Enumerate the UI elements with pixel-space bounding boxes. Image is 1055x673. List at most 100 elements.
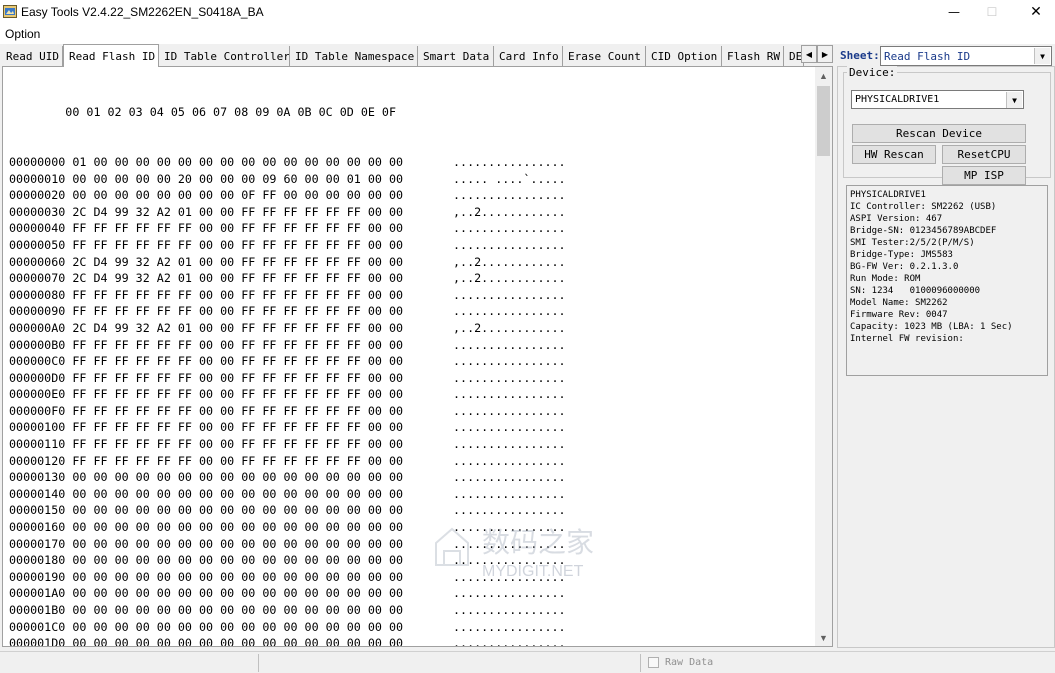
hex-bytes: 2C D4 99 32 A2 01 00 00 FF FF FF FF FF F…: [72, 204, 404, 219]
hex-bytes: 2C D4 99 32 A2 01 00 00 FF FF FF FF FF F…: [72, 271, 404, 286]
info-line: BG-FW Ver: 0.2.1.3.0: [850, 262, 959, 272]
hex-bytes: 00 00 00 00 00 00 00 00 00 00 00 00 00 0…: [72, 536, 404, 551]
hex-bytes: 00 00 00 00 00 00 00 00 00 00 00 00 00 0…: [72, 586, 404, 601]
tab-read-uid[interactable]: Read UID: [1, 46, 63, 67]
hex-address: 00000000: [9, 154, 66, 169]
hex-row: 000001C0 00 00 00 00 00 00 00 00 00 00 0…: [9, 619, 566, 636]
tab-id-table-namespace[interactable]: ID Table Namespace: [290, 46, 418, 67]
chevron-down-icon[interactable]: ▼: [1034, 48, 1050, 64]
hex-row: 00000080 FF FF FF FF FF FF 00 00 FF FF F…: [9, 287, 566, 304]
tab-cid-option[interactable]: CID Option: [646, 46, 722, 67]
hex-row: 00000110 FF FF FF FF FF FF 00 00 FF FF F…: [9, 436, 566, 453]
status-divider: [640, 654, 641, 672]
hex-bytes: FF FF FF FF FF FF 00 00 FF FF FF FF FF F…: [72, 354, 404, 369]
raw-data-option[interactable]: Raw Data: [648, 657, 713, 668]
tab-flash-rw[interactable]: Flash RW: [722, 46, 784, 67]
reset-cpu-button[interactable]: ResetCPU: [942, 145, 1026, 164]
hex-ascii: ................: [453, 354, 566, 369]
hex-address: 00000120: [9, 453, 66, 468]
hex-ascii: ..... ....`.....: [453, 171, 566, 186]
hex-ascii: ................: [453, 154, 566, 169]
hex-bytes: FF FF FF FF FF FF 00 00 FF FF FF FF FF F…: [72, 387, 404, 402]
hex-address: 000001A0: [9, 586, 66, 601]
scroll-down-icon[interactable]: ▼: [815, 629, 832, 646]
hex-ascii: ................: [453, 304, 566, 319]
hex-scrollbar[interactable]: ▲ ▼: [815, 67, 832, 646]
hex-ascii: ................: [453, 188, 566, 203]
hex-row: 00000150 00 00 00 00 00 00 00 00 00 00 0…: [9, 502, 566, 519]
scroll-thumb[interactable]: [817, 86, 830, 156]
hex-address: 000000B0: [9, 337, 66, 352]
maximize-button[interactable]: ☐: [969, 0, 1015, 24]
hex-address: 00000020: [9, 188, 66, 203]
hex-address: 000000E0: [9, 387, 66, 402]
hex-ascii: ................: [453, 603, 566, 617]
hex-row: 000000B0 FF FF FF FF FF FF 00 00 FF FF F…: [9, 337, 566, 354]
tab-card-info[interactable]: Card Info: [494, 46, 563, 67]
device-select[interactable]: PHYSICALDRIVE1 ▼: [851, 90, 1024, 109]
scroll-up-icon[interactable]: ▲: [815, 67, 832, 84]
hex-row: 00000120 FF FF FF FF FF FF 00 00 FF FF F…: [9, 453, 566, 470]
hex-bytes: 00 00 00 00 00 00 00 00 0F FF 00 00 00 0…: [72, 188, 404, 203]
menu-option[interactable]: Option: [5, 27, 40, 41]
tab-strip: Read UID Read Flash ID ID Table Controll…: [0, 44, 836, 67]
sheet-select[interactable]: Read Flash ID ▼: [880, 46, 1052, 66]
hex-bytes: FF FF FF FF FF FF 00 00 FF FF FF FF FF F…: [72, 420, 404, 435]
hex-address: 000001B0: [9, 603, 66, 617]
hex-address: 00000140: [9, 486, 66, 501]
hex-bytes: 01 00 00 00 00 00 00 00 00 00 00 00 00 0…: [72, 154, 404, 169]
hex-row: 00000160 00 00 00 00 00 00 00 00 00 00 0…: [9, 519, 566, 536]
device-group-label: Device:: [847, 66, 898, 79]
hex-view[interactable]: 00 01 02 03 04 05 06 07 08 09 0A 0B 0C 0…: [2, 66, 833, 647]
hex-bytes: 2C D4 99 32 A2 01 00 00 FF FF FF FF FF F…: [72, 320, 404, 335]
status-bar: Raw Data: [0, 651, 1055, 673]
hex-row: 000000A0 2C D4 99 32 A2 01 00 00 FF FF F…: [9, 320, 566, 337]
hex-address: 00000040: [9, 221, 66, 236]
hex-ascii: ................: [453, 486, 566, 501]
hex-ascii: ,..2............: [453, 320, 566, 335]
rescan-device-button[interactable]: Rescan Device: [852, 124, 1026, 143]
device-info-panel: PHYSICALDRIVE1 IC Controller: SM2262 (USB…: [846, 185, 1048, 376]
hex-row: 00000130 00 00 00 00 00 00 00 00 00 00 0…: [9, 469, 566, 486]
tab-erase-count[interactable]: Erase Count: [563, 46, 646, 67]
hex-bytes: 00 00 00 00 00 00 00 00 00 00 00 00 00 0…: [72, 486, 404, 501]
hex-row: 00000000 01 00 00 00 00 00 00 00 00 00 0…: [9, 154, 566, 171]
hex-row: 00000190 00 00 00 00 00 00 00 00 00 00 0…: [9, 569, 566, 586]
tab-read-flash-id[interactable]: Read Flash ID: [63, 44, 159, 67]
info-line: PHYSICALDRIVE1: [850, 190, 926, 200]
hex-address: 000001C0: [9, 619, 66, 634]
hex-row: 000000E0 FF FF FF FF FF FF 00 00 FF FF F…: [9, 386, 566, 403]
hex-address: 00000180: [9, 553, 66, 568]
hex-bytes: 00 00 00 00 00 00 00 00 00 00 00 00 00 0…: [72, 569, 404, 584]
hex-bytes: 00 00 00 00 00 20 00 00 00 09 60 00 00 0…: [72, 171, 404, 186]
hex-bytes: FF FF FF FF FF FF 00 00 FF FF FF FF FF F…: [72, 370, 404, 385]
hex-row: 000001B0 00 00 00 00 00 00 00 00 00 00 0…: [9, 602, 566, 619]
tab-scroll-right-icon[interactable]: ▶: [817, 45, 833, 63]
hex-address: 00000030: [9, 204, 66, 219]
raw-data-checkbox[interactable]: [648, 657, 659, 668]
info-line: IC Controller: SM2262 (USB): [850, 202, 997, 212]
device-select-value: PHYSICALDRIVE1: [855, 94, 940, 105]
info-line: Capacity: 1023 MB (LBA: 1 Sec): [850, 322, 1013, 332]
tab-id-table-controller[interactable]: ID Table Controller: [159, 46, 290, 67]
hex-ascii: ................: [453, 403, 566, 418]
tab-scroll-left-icon[interactable]: ◀: [801, 45, 817, 63]
title-bar: Easy Tools V2.4.22_SM2262EN_S0418A_BA — …: [0, 0, 1055, 24]
hex-address: 000000C0: [9, 354, 66, 369]
hw-rescan-button[interactable]: HW Rescan: [852, 145, 936, 164]
close-button[interactable]: ✕: [1013, 0, 1055, 24]
hex-bytes: 2C D4 99 32 A2 01 00 00 FF FF FF FF FF F…: [72, 254, 404, 269]
window-title: Easy Tools V2.4.22_SM2262EN_S0418A_BA: [21, 5, 264, 19]
hex-ascii: ................: [453, 453, 566, 468]
hex-row: 000001A0 00 00 00 00 00 00 00 00 00 00 0…: [9, 585, 566, 602]
hex-address: 00000060: [9, 254, 66, 269]
raw-data-label: Raw Data: [665, 657, 714, 668]
hex-row: 00000030 2C D4 99 32 A2 01 00 00 FF FF F…: [9, 204, 566, 221]
tab-smart-data[interactable]: Smart Data: [418, 46, 494, 67]
hex-ascii: ,..2............: [453, 271, 566, 286]
chevron-down-icon[interactable]: ▼: [1006, 92, 1022, 108]
hex-bytes: FF FF FF FF FF FF 00 00 FF FF FF FF FF F…: [72, 221, 404, 236]
mp-isp-button[interactable]: MP ISP: [942, 166, 1026, 185]
hex-bytes: FF FF FF FF FF FF 00 00 FF FF FF FF FF F…: [72, 437, 404, 452]
hex-address: 00000010: [9, 171, 66, 186]
